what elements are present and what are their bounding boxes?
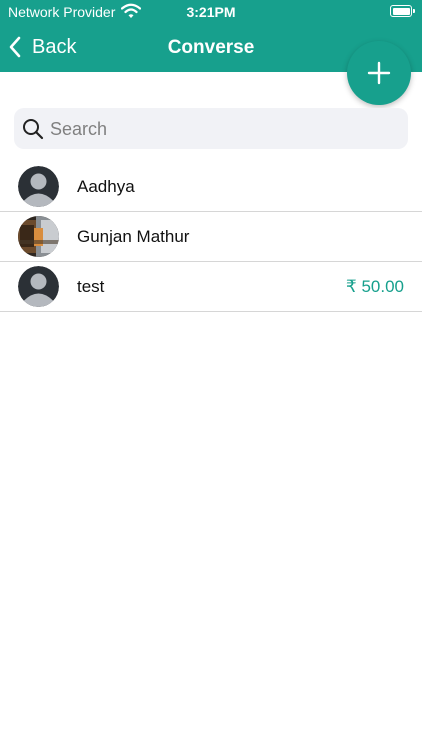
search-icon — [23, 119, 44, 140]
search-bar — [14, 108, 408, 151]
photo-avatar — [18, 216, 59, 257]
contact-name: test — [77, 277, 105, 296]
add-conversation-button[interactable] — [347, 41, 411, 105]
status-bar: Network Provider 3:21PM — [0, 0, 422, 24]
battery-icon — [390, 5, 415, 17]
contact-list: Aadhya Gunjan Mathur test ₹ 50.00 — [0, 162, 422, 312]
status-time: 3:21PM — [186, 4, 236, 20]
contact-name: Aadhya — [77, 177, 135, 196]
default-avatar-icon — [18, 266, 59, 307]
contact-amount: ₹ 50.00 — [345, 277, 404, 296]
search-input[interactable] — [48, 108, 402, 151]
contact-row[interactable]: Gunjan Mathur — [0, 212, 422, 262]
contact-name: Gunjan Mathur — [77, 227, 190, 246]
contact-row[interactable]: Aadhya — [0, 162, 422, 212]
default-avatar-icon — [18, 166, 59, 207]
plus-icon — [367, 61, 391, 85]
contact-row[interactable]: test ₹ 50.00 — [0, 262, 422, 312]
